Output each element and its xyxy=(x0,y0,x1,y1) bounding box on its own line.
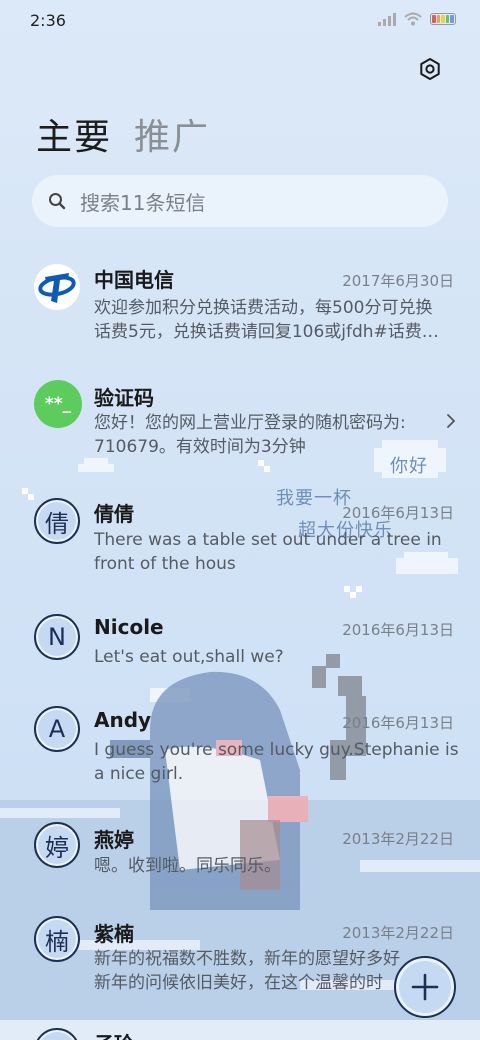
message-item-qianqian[interactable]: 倩 倩倩 2016年6月13日 There was a table set ou… xyxy=(0,496,480,586)
message-date: 2013年2月22日 xyxy=(342,830,454,848)
message-date: 2013年2月22日 xyxy=(342,924,454,942)
sender-name: 子玲 xyxy=(94,1028,134,1040)
sender-name: Andy xyxy=(94,708,152,732)
search-icon xyxy=(49,193,66,210)
avatar-letter: N xyxy=(34,614,80,660)
message-preview-line1: 新年的祝福数不胜数，新年的愿望好多好 xyxy=(94,949,400,969)
message-date: 2017年6月30日 xyxy=(342,272,454,290)
message-preview-line2: 话费5元，兑换话费请回复106或jfdh#话费… xyxy=(94,322,439,342)
tab-promo[interactable]: 推广 xyxy=(134,108,210,160)
status-bar: 2:36 xyxy=(0,0,480,40)
chevron-right-icon[interactable] xyxy=(446,413,456,429)
sender-name: 中国电信 xyxy=(94,268,174,292)
category-tabs: 主要 推广 xyxy=(36,108,210,160)
china-telecom-logo-icon xyxy=(36,266,78,308)
message-date: 2016年6月13日 xyxy=(342,714,454,732)
tab-main[interactable]: 主要 xyxy=(36,108,112,160)
avatar-letter: 婷 xyxy=(34,822,80,868)
status-time: 2:36 xyxy=(30,11,66,30)
signal-icon xyxy=(378,12,396,26)
avatar-letter xyxy=(34,1028,80,1040)
sender-name: 燕婷 xyxy=(94,828,134,852)
settings-button[interactable] xyxy=(416,55,444,83)
status-icons xyxy=(378,12,456,26)
message-item-china-telecom[interactable]: 中国电信 2017年6月30日 欢迎参加积分兑换话费活动，每500分可兑换 话费… xyxy=(0,258,480,358)
message-date: 2016年6月13日 xyxy=(342,621,454,639)
search-input[interactable]: 搜索11条短信 xyxy=(32,175,448,227)
message-preview-line1: 嗯。收到啦。同乐同乐。 xyxy=(94,856,281,876)
message-item-verification[interactable]: **_ 验证码 您好！您的网上营业厅登录的随机密码为: 710679。有效时间为… xyxy=(0,376,480,466)
message-preview-line1: There was a table set out under a tree i… xyxy=(94,530,442,550)
avatar-verification: **_ xyxy=(34,380,82,428)
new-message-button[interactable] xyxy=(394,956,456,1018)
message-preview-line1: 欢迎参加积分兑换话费活动，每500分可兑换 xyxy=(94,298,433,318)
avatar-china-telecom xyxy=(34,264,80,310)
message-preview-line1: I guess you're some lucky guy.Stephanie … xyxy=(94,740,458,760)
sender-name: 倩倩 xyxy=(94,502,134,526)
message-item-yanting[interactable]: 婷 燕婷 2013年2月22日 嗯。收到啦。同乐同乐。 xyxy=(0,822,480,892)
avatar-letter: A xyxy=(34,706,80,752)
message-preview-line1: 您好！您的网上营业厅登录的随机密码为: xyxy=(94,413,406,433)
gear-icon xyxy=(420,58,440,80)
avatar-letter: 楠 xyxy=(34,916,80,962)
message-item-ziling[interactable]: 子玲 xyxy=(0,1028,480,1040)
sender-name: Nicole xyxy=(94,615,164,639)
message-date: 2016年6月13日 xyxy=(342,504,454,522)
message-preview-line1: Let's eat out,shall we? xyxy=(94,647,284,667)
message-preview-line2: front of the hous xyxy=(94,554,236,574)
sender-name: 紫楠 xyxy=(94,922,134,946)
plus-icon xyxy=(411,973,439,1001)
avatar-letter: 倩 xyxy=(34,498,80,544)
sender-name: 验证码 xyxy=(94,386,154,410)
message-item-andy[interactable]: A Andy 2016年6月13日 I guess you're some lu… xyxy=(0,706,480,796)
message-preview-line2: 710679。有效时间为3分钟 xyxy=(94,437,306,457)
wifi-icon xyxy=(404,12,422,26)
message-item-nicole[interactable]: N Nicole 2016年6月13日 Let's eat out,shall … xyxy=(0,612,480,682)
message-preview-line2: a nice girl. xyxy=(94,764,184,784)
message-preview-line2: 新年的问候依旧美好，在这个温馨的时 xyxy=(94,973,383,993)
battery-icon xyxy=(430,13,456,25)
search-placeholder: 搜索11条短信 xyxy=(80,190,206,215)
